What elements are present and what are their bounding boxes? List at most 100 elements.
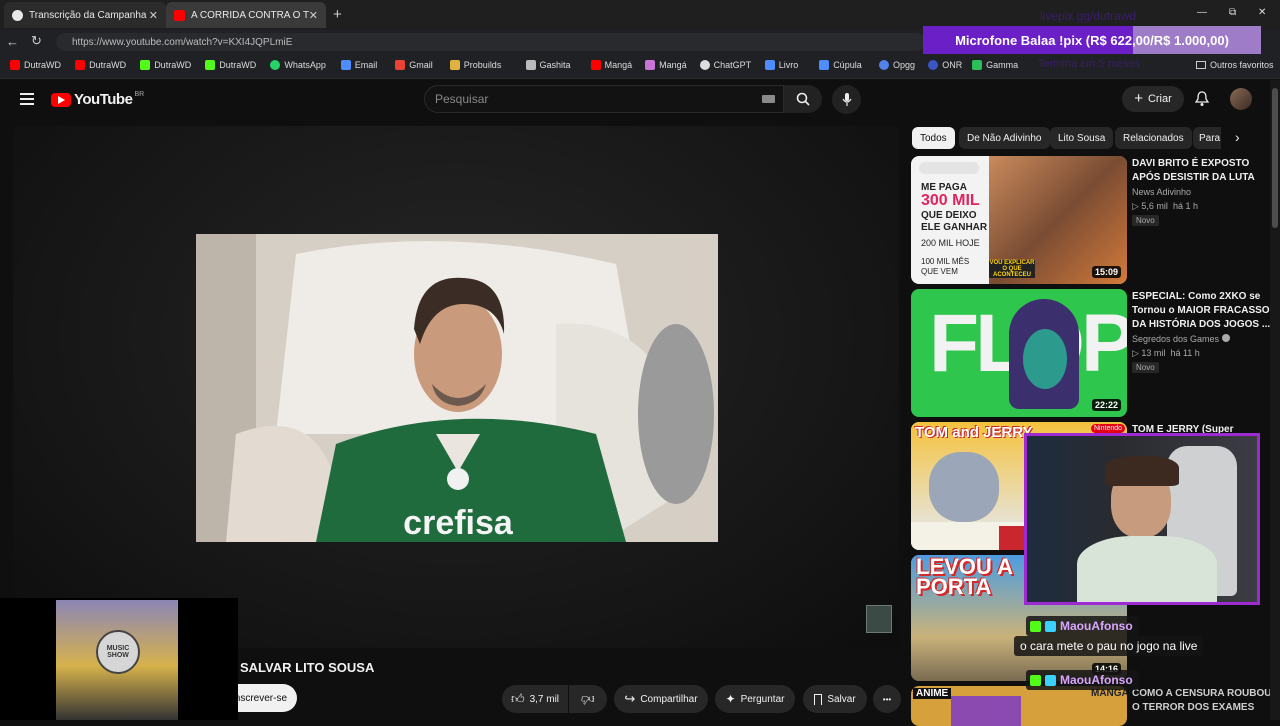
- bookmark-item[interactable]: Gashita: [525, 60, 571, 70]
- voice-search-button[interactable]: [832, 85, 861, 114]
- chat-user: MaouAfonso: [1060, 673, 1133, 687]
- sidebar-title-2c[interactable]: DA HISTÓRIA DOS JOGOS ...: [1132, 318, 1270, 332]
- sidebar-title-1a[interactable]: DAVI BRITO É EXPOSTO: [1132, 157, 1249, 171]
- sidebar-title-1b[interactable]: APÓS DESISTIR DA LUTA: [1132, 171, 1255, 185]
- minimize-button[interactable]: —: [1197, 7, 1207, 18]
- sidebar-stats-2: ▷ 13 mil há 11 h: [1132, 348, 1200, 358]
- user-avatar[interactable]: [1230, 88, 1252, 110]
- search-icon: [796, 92, 810, 106]
- tab-close-icon[interactable]: ✕: [149, 9, 158, 22]
- tab-transcricao[interactable]: Transcrição da Campanha ✕: [4, 2, 166, 28]
- save-button[interactable]: Salvar: [803, 685, 867, 713]
- like-count: 3,7 mil: [529, 693, 560, 705]
- bookmark-label: Opgg: [893, 60, 916, 70]
- bookmark-item[interactable]: Gamma: [972, 60, 1018, 70]
- sidebar-channel-2[interactable]: Segredos dos Games: [1132, 333, 1230, 346]
- youtube-icon: [590, 60, 601, 70]
- bookmark-item[interactable]: DutraWD: [10, 60, 61, 70]
- ask-button[interactable]: ✦ Perguntar: [715, 685, 795, 713]
- scrollbar-thumb[interactable]: [1272, 88, 1278, 228]
- bookmark-item[interactable]: ChatGPT: [699, 60, 751, 70]
- verified-icon: [1221, 334, 1230, 342]
- youtube-play-icon: [51, 92, 71, 107]
- channel-watermark-icon[interactable]: [866, 605, 892, 633]
- more-actions-button[interactable]: •••: [873, 685, 901, 713]
- other-bookmarks[interactable]: Outros favoritos: [1196, 60, 1274, 70]
- hamburger-menu-icon[interactable]: [20, 93, 34, 105]
- tab-video-active[interactable]: A CORRIDA CONTRA O TEMPO PA ✕: [166, 2, 326, 28]
- bookmark-item[interactable]: Cúpula: [819, 60, 862, 70]
- youtube-icon: [10, 60, 20, 70]
- thumb-text-7: QUE VEM: [921, 267, 958, 276]
- maximize-button[interactable]: ⧉: [1229, 7, 1236, 18]
- bookmark-label: DutraWD: [219, 60, 257, 70]
- bookmark-label: Gashita: [539, 60, 571, 70]
- notifications-bell-icon[interactable]: [1194, 91, 1210, 112]
- close-window-button[interactable]: ✕: [1258, 7, 1266, 18]
- thumb-anime-art: [951, 696, 1021, 726]
- chip-lito-sousa[interactable]: Lito Sousa: [1050, 127, 1114, 149]
- url-field[interactable]: https://www.youtube.com/watch?v=KXI4JQPL…: [56, 33, 926, 51]
- bookmark-item[interactable]: Livro: [764, 60, 799, 70]
- music-widget: MUSIC SHOW: [0, 598, 238, 720]
- search-input[interactable]: Pesquisar: [424, 85, 784, 113]
- like-button[interactable]: 👍︎ 3,7 mil: [502, 685, 568, 713]
- gamma-icon: [972, 60, 983, 70]
- bookmark-item[interactable]: Probuilds: [449, 60, 501, 70]
- manga-icon: [645, 60, 656, 70]
- page-scrollbar[interactable]: [1270, 80, 1280, 720]
- bookmark-icon: [814, 693, 823, 705]
- chip-relacionados[interactable]: Relacionados: [1115, 127, 1192, 149]
- gashita-icon: [525, 60, 536, 70]
- tweet-header: [919, 162, 979, 174]
- sidebar-channel-1[interactable]: News Adivinho: [1132, 186, 1191, 199]
- back-arrow-icon[interactable]: ←: [6, 34, 19, 49]
- bookmark-item[interactable]: Email: [340, 60, 377, 70]
- sidebar-thumbnail-2[interactable]: FLOP 22:22: [911, 289, 1127, 417]
- tab-close-icon[interactable]: ✕: [309, 9, 318, 22]
- bookmark-item[interactable]: WhatsApp: [270, 60, 326, 70]
- microphone-icon: [842, 92, 851, 106]
- create-button[interactable]: + Criar: [1122, 86, 1184, 112]
- bookmark-label: Gmail: [409, 60, 433, 70]
- bookmark-item[interactable]: DutraWD: [75, 60, 126, 70]
- dislike-button[interactable]: 👍︎: [569, 685, 607, 713]
- email-icon: [340, 60, 351, 70]
- duration-badge: 15:09: [1091, 266, 1121, 278]
- youtube-logo[interactable]: YouTube BR: [51, 91, 144, 108]
- sidebar-title-5a[interactable]: COMO A CENSURA ROUBOU: [1132, 687, 1271, 701]
- thumb-text-4: ELE GANHAR: [921, 222, 988, 233]
- bookmark-item[interactable]: Mangá: [645, 60, 687, 70]
- bookmark-item[interactable]: DutraWD: [140, 60, 191, 70]
- share-button[interactable]: ↪ Compartilhar: [614, 685, 708, 713]
- search-button[interactable]: [784, 85, 822, 113]
- bookmark-label: Gamma: [986, 60, 1019, 70]
- chevron-right-icon[interactable]: ›: [1235, 129, 1240, 145]
- sidebar-title-2b[interactable]: Tornou o MAIOR FRACASSO: [1132, 304, 1270, 318]
- bookmark-item[interactable]: DutraWD: [205, 60, 256, 70]
- bookmark-item[interactable]: ONR: [928, 60, 962, 70]
- new-tab-button[interactable]: +: [333, 6, 342, 23]
- chip-todos[interactable]: Todos: [912, 127, 955, 149]
- views-count: 13 mil: [1141, 348, 1166, 358]
- views-count: 5,6 mil: [1141, 201, 1168, 211]
- chip-de-nao-adivinho[interactable]: De Não Adivinho: [959, 127, 1050, 149]
- sidebar-thumbnail-1[interactable]: ME PAGA 300 MIL QUE DEIXO ELE GANHAR 200…: [911, 156, 1127, 284]
- kick-icon: [140, 60, 151, 70]
- bookmark-label: Cúpula: [833, 60, 862, 70]
- donation-ghost-top: livepix.gg/dutrawd: [1040, 9, 1137, 23]
- bookmark-item[interactable]: Mangá: [590, 60, 632, 70]
- bookmark-label: Livro: [778, 60, 799, 70]
- bookmark-item[interactable]: Opgg: [879, 60, 915, 70]
- bookmark-item[interactable]: Gmail: [395, 60, 433, 70]
- sidebar-thumbnail-5[interactable]: ANIME MANGA: [911, 686, 1127, 726]
- thumbs-down-icon: 👍︎: [581, 692, 595, 707]
- sidebar-title-5b[interactable]: O TERROR DOS EXAMES: [1132, 701, 1254, 715]
- create-label: Criar: [1147, 93, 1172, 105]
- chip-para[interactable]: Para: [1193, 127, 1221, 149]
- reload-icon[interactable]: ↻: [31, 33, 42, 49]
- keyboard-icon[interactable]: [762, 95, 775, 103]
- chatgpt-icon: [699, 60, 710, 70]
- sidebar-title-2a[interactable]: ESPECIAL: Como 2XKO se: [1132, 290, 1260, 304]
- donation-goal-text: Microfone Balaa !pix (R$ 622,00/R$ 1.000…: [955, 32, 1229, 48]
